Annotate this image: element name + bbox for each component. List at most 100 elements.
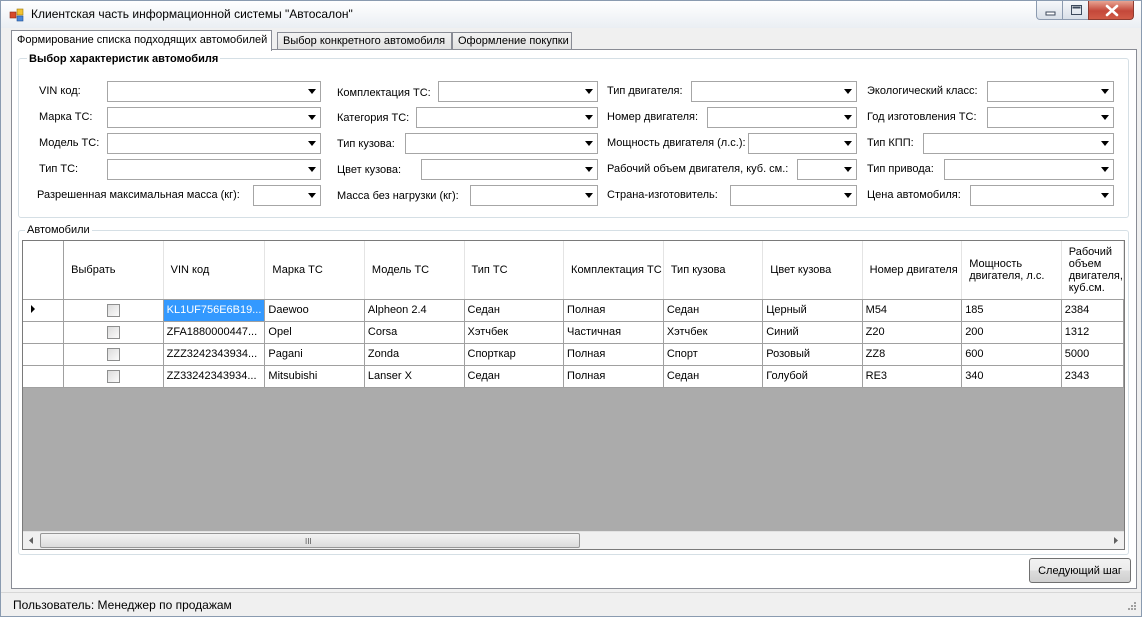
engine-power-combo[interactable] <box>748 133 857 154</box>
row-header[interactable] <box>23 299 65 322</box>
color-cell[interactable]: Голубой <box>762 365 863 388</box>
drive-combo[interactable] <box>944 159 1114 180</box>
table-row[interactable]: ZZZ3242343934... Pagani Zonda Спорткар П… <box>23 343 1124 366</box>
engine-number-combo[interactable] <box>707 107 857 128</box>
model-cell[interactable]: Zonda <box>364 343 465 366</box>
model-cell[interactable]: Lanser X <box>364 365 465 388</box>
table-row[interactable]: ZFA1880000447... Opel Corsa Хэтчбек Част… <box>23 321 1124 344</box>
vin-cell[interactable]: ZZ33242343934... <box>163 365 266 388</box>
scroll-right-icon[interactable] <box>1107 532 1124 549</box>
model-cell[interactable]: Alpheon 2.4 <box>364 299 465 322</box>
type-cell[interactable]: Седан <box>464 299 565 322</box>
row-header-corner[interactable] <box>23 241 65 300</box>
volume-cell[interactable]: 2384 <box>1061 299 1124 322</box>
select-checkbox[interactable] <box>106 369 120 383</box>
year-combo[interactable] <box>987 107 1114 128</box>
column-header-vin[interactable]: VIN код <box>163 241 266 300</box>
trim-combo[interactable] <box>438 81 598 102</box>
scroll-left-icon[interactable] <box>23 532 40 549</box>
engine-number-cell[interactable]: Z20 <box>862 321 963 344</box>
type-cell[interactable]: Спорткар <box>464 343 565 366</box>
engine-number-cell[interactable]: M54 <box>862 299 963 322</box>
trim-cell[interactable]: Полная <box>563 299 664 322</box>
table-row[interactable]: ZZ33242343934... Mitsubishi Lanser X Сед… <box>23 365 1124 388</box>
type-cell[interactable]: Хэтчбек <box>464 321 565 344</box>
tab-choose-car[interactable]: Выбор конкретного автомобиля <box>277 32 452 50</box>
horizontal-scrollbar[interactable]: III <box>23 531 1124 549</box>
gearbox-combo[interactable] <box>923 133 1114 154</box>
close-button[interactable] <box>1088 1 1134 20</box>
select-checkbox[interactable] <box>106 325 120 339</box>
cars-grid[interactable]: Выбрать VIN код Марка ТС Модель ТС Тип Т… <box>22 240 1125 550</box>
column-header-body[interactable]: Тип кузова <box>663 241 764 300</box>
engine-number-cell[interactable]: ZZ8 <box>862 343 963 366</box>
power-cell[interactable]: 185 <box>961 299 1062 322</box>
make-cell[interactable]: Pagani <box>264 343 365 366</box>
vehicle-type-combo[interactable] <box>107 159 321 180</box>
model-cell[interactable]: Corsa <box>364 321 465 344</box>
vin-cell[interactable]: ZZZ3242343934... <box>163 343 266 366</box>
column-header-select[interactable]: Выбрать <box>63 241 164 300</box>
vin-cell[interactable]: ZFA1880000447... <box>163 321 266 344</box>
curb-mass-combo[interactable] <box>470 185 598 206</box>
column-header-trim[interactable]: Комплектация ТС <box>563 241 664 300</box>
type-cell[interactable]: Седан <box>464 365 565 388</box>
color-cell[interactable]: Церный <box>762 299 863 322</box>
volume-cell[interactable]: 1312 <box>1061 321 1124 344</box>
tab-purchase[interactable]: Оформление покупки <box>452 32 572 50</box>
volume-cell[interactable]: 2343 <box>1061 365 1124 388</box>
row-header[interactable] <box>23 321 65 344</box>
resize-grip-icon[interactable] <box>1125 601 1137 613</box>
color-cell[interactable]: Розовый <box>762 343 863 366</box>
body-cell[interactable]: Спорт <box>663 343 764 366</box>
column-header-volume[interactable]: Рабочий объем двигателя, куб.см. <box>1061 241 1124 300</box>
vin-cell[interactable]: KL1UF756E6B19... <box>163 299 266 322</box>
make-cell[interactable]: Daewoo <box>264 299 365 322</box>
power-cell[interactable]: 340 <box>961 365 1062 388</box>
engine-type-combo[interactable] <box>691 81 857 102</box>
column-header-power[interactable]: Мощность двигателя, л.с. <box>961 241 1062 300</box>
max-mass-combo[interactable] <box>253 185 321 206</box>
column-header-type[interactable]: Тип ТС <box>464 241 565 300</box>
make-cell[interactable]: Opel <box>264 321 365 344</box>
category-combo[interactable] <box>416 107 598 128</box>
trim-cell[interactable]: Частичная <box>563 321 664 344</box>
select-checkbox[interactable] <box>106 303 120 317</box>
engine-volume-combo[interactable] <box>797 159 857 180</box>
price-combo[interactable] <box>970 185 1114 206</box>
volume-cell[interactable]: 5000 <box>1061 343 1124 366</box>
make-combo[interactable] <box>107 107 321 128</box>
select-cell[interactable] <box>63 321 164 344</box>
column-header-color[interactable]: Цвет кузова <box>762 241 863 300</box>
body-cell[interactable]: Хэтчбек <box>663 321 764 344</box>
trim-cell[interactable]: Полная <box>563 365 664 388</box>
country-combo[interactable] <box>730 185 857 206</box>
table-row[interactable]: KL1UF756E6B19... Daewoo Alpheon 2.4 Седа… <box>23 299 1124 322</box>
trim-cell[interactable]: Полная <box>563 343 664 366</box>
column-header-make[interactable]: Марка ТС <box>264 241 365 300</box>
scrollbar-thumb[interactable]: III <box>40 533 580 548</box>
power-cell[interactable]: 200 <box>961 321 1062 344</box>
body-type-combo[interactable] <box>405 133 598 154</box>
row-header[interactable] <box>23 365 65 388</box>
column-header-engine-number[interactable]: Номер двигателя <box>862 241 963 300</box>
tab-car-list[interactable]: Формирование списка подходящих автомобил… <box>11 30 272 51</box>
column-header-model[interactable]: Модель ТС <box>364 241 465 300</box>
next-step-button[interactable]: Следующий шаг <box>1029 558 1131 583</box>
select-cell[interactable] <box>63 365 164 388</box>
select-checkbox[interactable] <box>106 347 120 361</box>
vin-combo[interactable] <box>107 81 321 102</box>
make-cell[interactable]: Mitsubishi <box>264 365 365 388</box>
minimize-button[interactable] <box>1036 1 1063 20</box>
power-cell[interactable]: 600 <box>961 343 1062 366</box>
eco-class-combo[interactable] <box>987 81 1114 102</box>
body-cell[interactable]: Седан <box>663 365 764 388</box>
row-header[interactable] <box>23 343 65 366</box>
select-cell[interactable] <box>63 343 164 366</box>
body-cell[interactable]: Седан <box>663 299 764 322</box>
color-cell[interactable]: Синий <box>762 321 863 344</box>
select-cell[interactable] <box>63 299 164 322</box>
maximize-button[interactable] <box>1062 1 1089 20</box>
engine-number-cell[interactable]: RE3 <box>862 365 963 388</box>
model-combo[interactable] <box>107 133 321 154</box>
